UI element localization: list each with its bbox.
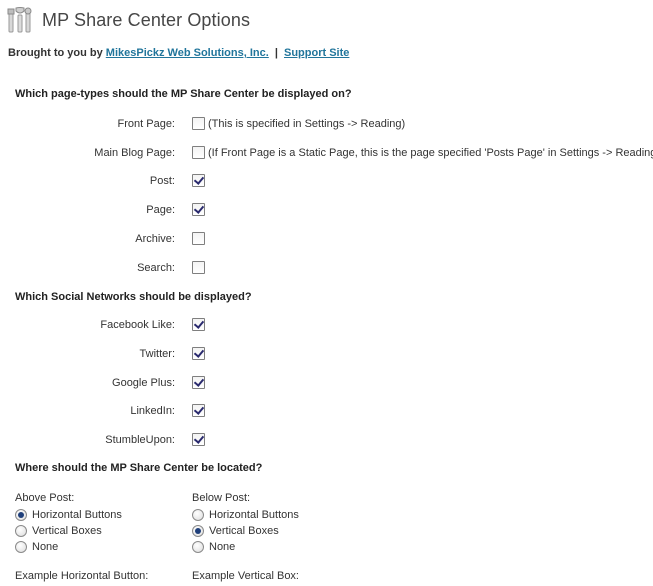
above-post-title: Above Post:: [15, 492, 75, 504]
twitter-label: Twitter:: [139, 348, 175, 360]
above-none-option[interactable]: None: [15, 539, 122, 555]
below-none-label: None: [209, 541, 236, 553]
location-heading: Where should the MP Share Center be loca…: [15, 462, 263, 474]
below-vertical-radio[interactable]: [192, 525, 204, 537]
google-plus-checkbox[interactable]: [192, 376, 205, 389]
facebook-like-label: Facebook Like:: [100, 319, 175, 331]
page-type-row-front-page: Front Page: (This is specified in Settin…: [0, 117, 653, 133]
above-none-radio[interactable]: [15, 541, 27, 553]
main-blog-page-note: (If Front Page is a Static Page, this is…: [208, 147, 653, 159]
below-horizontal-option[interactable]: Horizontal Buttons: [192, 507, 299, 523]
above-none-label: None: [32, 541, 59, 553]
front-page-checkbox[interactable]: [192, 117, 205, 130]
page-type-row-page: Page:: [0, 203, 653, 219]
network-row-facebook: Facebook Like:: [0, 318, 653, 334]
support-link[interactable]: Support Site: [284, 47, 349, 59]
search-checkbox[interactable]: [192, 261, 205, 274]
below-horizontal-radio[interactable]: [192, 509, 204, 521]
linkedin-label: LinkedIn:: [130, 405, 175, 417]
above-vertical-label: Vertical Boxes: [32, 525, 102, 537]
facebook-like-checkbox[interactable]: [192, 318, 205, 331]
below-vertical-option[interactable]: Vertical Boxes: [192, 523, 299, 539]
network-row-twitter: Twitter:: [0, 347, 653, 363]
stumbleupon-checkbox[interactable]: [192, 433, 205, 446]
front-page-note: (This is specified in Settings -> Readin…: [208, 118, 406, 130]
above-horizontal-label: Horizontal Buttons: [32, 509, 122, 521]
credit-prefix: Brought to you by: [8, 47, 103, 59]
page-title: MP Share Center Options: [42, 9, 251, 30]
main-blog-page-checkbox[interactable]: [192, 146, 205, 159]
below-none-option[interactable]: None: [192, 539, 299, 555]
post-label: Post:: [149, 175, 175, 187]
network-row-google-plus: Google Plus:: [0, 376, 653, 392]
page-type-row-post: Post:: [0, 174, 653, 190]
credit-line: Brought to you by MikesPickz Web Solutio…: [8, 47, 349, 59]
page-label: Page:: [146, 204, 175, 216]
credit-separator: |: [274, 47, 278, 59]
network-row-stumbleupon: StumbleUpon:: [0, 433, 653, 449]
search-label: Search:: [137, 262, 175, 274]
below-horizontal-label: Horizontal Buttons: [209, 509, 299, 521]
front-page-label: Front Page:: [117, 118, 175, 130]
network-row-linkedin: LinkedIn:: [0, 404, 653, 420]
google-plus-label: Google Plus:: [112, 377, 175, 389]
twitter-checkbox[interactable]: [192, 347, 205, 360]
page-header: MP Share Center Options: [6, 4, 250, 36]
stumbleupon-label: StumbleUpon:: [105, 434, 175, 446]
below-post-group: Below Post: Horizontal Buttons Vertical …: [192, 491, 299, 555]
archive-label: Archive:: [135, 233, 175, 245]
below-post-title: Below Post:: [192, 492, 251, 504]
above-horizontal-radio[interactable]: [15, 509, 27, 521]
page-type-row-search: Search:: [0, 261, 653, 277]
below-vertical-label: Vertical Boxes: [209, 525, 279, 537]
above-post-group: Above Post: Horizontal Buttons Vertical …: [15, 491, 122, 555]
tools-icon: [7, 7, 32, 33]
below-none-radio[interactable]: [192, 541, 204, 553]
linkedin-checkbox[interactable]: [192, 404, 205, 417]
archive-checkbox[interactable]: [192, 232, 205, 245]
above-horizontal-option[interactable]: Horizontal Buttons: [15, 507, 122, 523]
example-vertical-label: Example Vertical Box:: [192, 570, 299, 582]
main-blog-page-label: Main Blog Page:: [94, 147, 175, 159]
page-checkbox[interactable]: [192, 203, 205, 216]
example-horizontal-label: Example Horizontal Button:: [15, 570, 149, 582]
page-types-heading: Which page-types should the MP Share Cen…: [15, 88, 352, 100]
page-type-row-main-blog-page: Main Blog Page: (If Front Page is a Stat…: [0, 146, 653, 162]
networks-heading: Which Social Networks should be displaye…: [15, 291, 252, 303]
above-vertical-option[interactable]: Vertical Boxes: [15, 523, 122, 539]
page-type-row-archive: Archive:: [0, 232, 653, 248]
above-vertical-radio[interactable]: [15, 525, 27, 537]
company-link[interactable]: MikesPickz Web Solutions, Inc.: [106, 47, 269, 59]
post-checkbox[interactable]: [192, 174, 205, 187]
